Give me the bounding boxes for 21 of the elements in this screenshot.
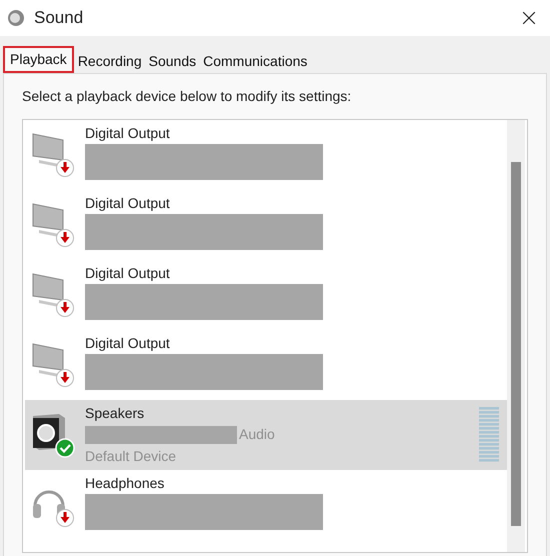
- monitor-icon: [32, 203, 64, 237]
- device-state: Default Device: [85, 447, 178, 465]
- device-name: Headphones: [85, 474, 166, 492]
- device-name: Speakers: [85, 404, 146, 422]
- device-name: Digital Output: [85, 194, 171, 212]
- window-title: Sound: [34, 7, 84, 30]
- instruction-text: Select a playback device below to modify its settings:: [22, 87, 352, 106]
- scrollbar[interactable]: [507, 120, 525, 552]
- speaker-logo-icon: [6, 8, 26, 28]
- device-detail: Audio: [239, 425, 275, 444]
- level-meter-drawing: [479, 407, 499, 463]
- monitor-icon: [32, 273, 64, 307]
- monitor-icon: [32, 343, 64, 377]
- speaker-icon: [33, 414, 65, 450]
- device-row[interactable]: Speakers Audio Default Device: [25, 400, 507, 470]
- device-name: Digital Output: [85, 264, 171, 282]
- tab[interactable]: Playback: [3, 46, 74, 73]
- monitor-icon: [32, 133, 64, 167]
- device-name: Digital Output: [85, 124, 171, 142]
- device-name: Digital Output: [85, 334, 171, 352]
- scrollbar-thumb[interactable]: [511, 162, 521, 526]
